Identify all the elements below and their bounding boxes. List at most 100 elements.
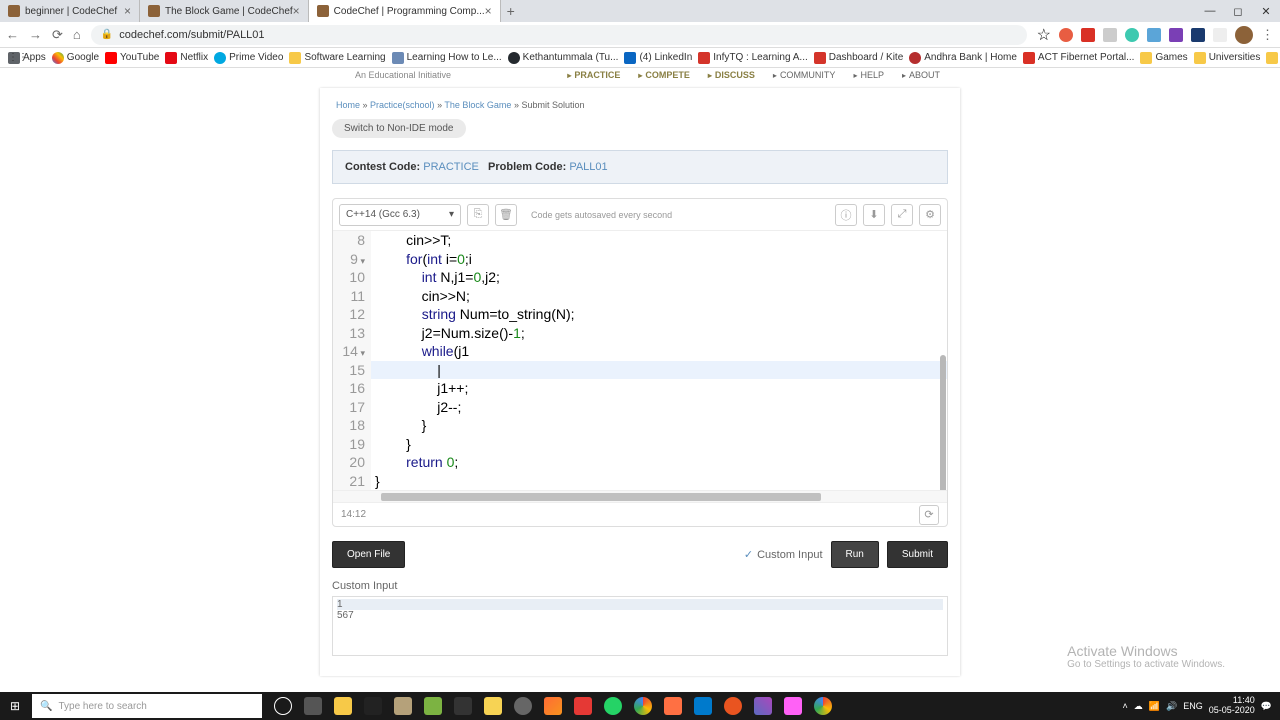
back-button[interactable]: ← xyxy=(6,27,19,42)
lang-indicator[interactable]: ENG xyxy=(1183,701,1203,711)
app-icon[interactable] xyxy=(510,693,536,719)
menu-button[interactable]: ⋮ xyxy=(1261,27,1274,43)
mode-switch-button[interactable]: Switch to Non-IDE mode xyxy=(332,119,466,138)
ubuntu-icon[interactable] xyxy=(720,693,746,719)
ext-icon[interactable] xyxy=(1081,28,1095,42)
submit-button[interactable]: Submit xyxy=(887,541,948,568)
tab-2[interactable]: CodeChef | Programming Comp...× xyxy=(309,0,501,22)
close-icon[interactable]: × xyxy=(485,4,492,18)
home-button[interactable]: ⌂ xyxy=(73,27,81,42)
ext-icon[interactable] xyxy=(1125,28,1139,42)
chrome-icon-2[interactable] xyxy=(810,693,836,719)
settings-button[interactable]: ⚙ xyxy=(919,204,941,226)
clock[interactable]: 11:4005-05-2020 xyxy=(1209,696,1255,716)
chrome-icon[interactable] xyxy=(630,693,656,719)
cloud-icon[interactable]: ☁ xyxy=(1134,701,1143,712)
language-select[interactable]: C++14 (Gcc 6.3)▾ xyxy=(339,204,461,226)
app-icon[interactable] xyxy=(420,693,446,719)
bookmark-item[interactable]: Prime Video xyxy=(214,52,283,64)
refresh-button[interactable]: ⟳ xyxy=(919,505,939,525)
nav-compete[interactable]: COMPETE xyxy=(638,70,690,80)
bookmark-item[interactable]: Universities xyxy=(1194,52,1261,64)
info-button[interactable]: ⓘ xyxy=(835,204,857,226)
contest-link[interactable]: PRACTICE xyxy=(423,161,479,173)
horizontal-scrollbar[interactable] xyxy=(333,490,947,502)
app-icon[interactable] xyxy=(390,693,416,719)
minimize-button[interactable]: — xyxy=(1196,0,1224,22)
wifi-icon[interactable]: 📶 xyxy=(1149,701,1160,712)
code[interactable]: cin>>T; for(int i=0;i int N,j1=0,j2; cin… xyxy=(371,231,947,490)
reload-button[interactable]: ⟳ xyxy=(52,27,63,43)
new-tab-button[interactable]: + xyxy=(501,3,521,19)
app-icon[interactable] xyxy=(570,693,596,719)
custom-input-toggle[interactable]: ✓Custom Input xyxy=(744,548,823,561)
copy-button[interactable]: ⎘ xyxy=(467,204,489,226)
bookmark-item[interactable]: Kethantummala (Tu... xyxy=(508,52,619,64)
bookmark-item[interactable]: Other bookmarks xyxy=(1266,52,1280,64)
notification-icon[interactable]: 💬 xyxy=(1261,701,1272,712)
nav-discuss[interactable]: DISCUSS xyxy=(708,70,755,80)
bookmark-item[interactable]: Dashboard / Kite xyxy=(814,52,904,64)
run-button[interactable]: Run xyxy=(831,541,879,568)
ext-icon[interactable] xyxy=(1103,28,1117,42)
search-box[interactable]: 🔍Type here to search xyxy=(32,694,262,718)
maximize-button[interactable]: ◻ xyxy=(1224,0,1252,22)
nav-practice[interactable]: PRACTICE xyxy=(567,70,620,80)
bc-home[interactable]: Home xyxy=(336,100,360,110)
bc-practice[interactable]: Practice(school) xyxy=(370,100,435,110)
app-icon[interactable] xyxy=(660,693,686,719)
vertical-scrollbar[interactable] xyxy=(937,263,947,503)
forward-button[interactable]: → xyxy=(29,27,42,42)
download-button[interactable]: ⬇ xyxy=(863,204,885,226)
close-icon[interactable]: × xyxy=(124,4,131,18)
bookmark-item[interactable]: YouTube xyxy=(105,52,159,64)
start-button[interactable]: ⊞ xyxy=(0,692,30,720)
nav-help[interactable]: HELP xyxy=(853,70,884,80)
bookmark-item[interactable]: ACT Fibernet Portal... xyxy=(1023,52,1135,64)
bookmark-item[interactable]: ⋮⋮Apps xyxy=(8,52,46,64)
bookmark-item[interactable]: (4) LinkedIn xyxy=(624,52,692,64)
app-icon[interactable] xyxy=(480,693,506,719)
tray-chevron-icon[interactable]: ˄ xyxy=(1123,701,1128,711)
ext-icon[interactable] xyxy=(1213,28,1227,42)
close-icon[interactable]: × xyxy=(293,4,300,18)
bookmark-item[interactable]: InfyTQ : Learning A... xyxy=(698,52,808,64)
app-icon[interactable] xyxy=(540,693,566,719)
custom-input-box[interactable]: 1 567 xyxy=(332,596,948,656)
vscode-icon[interactable] xyxy=(690,693,716,719)
ext-icon[interactable] xyxy=(1059,28,1073,42)
calc-icon[interactable] xyxy=(450,693,476,719)
nav-about[interactable]: ABOUT xyxy=(902,70,940,80)
xd-icon[interactable] xyxy=(780,693,806,719)
bookmark-item[interactable]: Google xyxy=(52,52,99,64)
star-icon[interactable]: ☆ xyxy=(1037,25,1051,45)
address-bar[interactable]: 🔒codechef.com/submit/PALL01 xyxy=(91,25,1027,45)
avatar[interactable] xyxy=(1235,26,1253,44)
bc-block[interactable]: The Block Game xyxy=(444,100,511,110)
open-file-button[interactable]: Open File xyxy=(332,541,405,568)
tab-1[interactable]: The Block Game | CodeChef× xyxy=(140,0,309,22)
cortana-icon[interactable] xyxy=(270,693,296,719)
app-icon[interactable] xyxy=(750,693,776,719)
ext-icon[interactable] xyxy=(1191,28,1205,42)
ext-icon[interactable] xyxy=(1169,28,1183,42)
bookmark-item[interactable]: Software Learning xyxy=(289,52,385,64)
delete-button[interactable]: 🗑 xyxy=(495,204,517,226)
tab-0[interactable]: beginner | CodeChef× xyxy=(0,0,140,22)
code-area[interactable]: 89 ▾1011121314 ▾15161718192021 cin>>T; f… xyxy=(333,231,947,490)
taskview-icon[interactable] xyxy=(300,693,326,719)
explorer-icon[interactable] xyxy=(330,693,356,719)
fullscreen-button[interactable]: ⤢ xyxy=(891,204,913,226)
bookmark-item[interactable]: Andhra Bank | Home xyxy=(909,52,1017,64)
bookmark-item[interactable]: Games xyxy=(1140,52,1187,64)
bookmark-item[interactable]: Netflix xyxy=(165,52,208,64)
bc-submit: Submit Solution xyxy=(521,100,584,110)
volume-icon[interactable]: 🔊 xyxy=(1166,701,1177,712)
problem-link[interactable]: PALL01 xyxy=(569,161,607,173)
bookmark-item[interactable]: Learning How to Le... xyxy=(392,52,502,64)
terminal-icon[interactable] xyxy=(360,693,386,719)
nav-community[interactable]: COMMUNITY xyxy=(773,70,836,80)
whatsapp-icon[interactable] xyxy=(600,693,626,719)
close-button[interactable]: ✕ xyxy=(1252,0,1280,22)
ext-icon[interactable] xyxy=(1147,28,1161,42)
